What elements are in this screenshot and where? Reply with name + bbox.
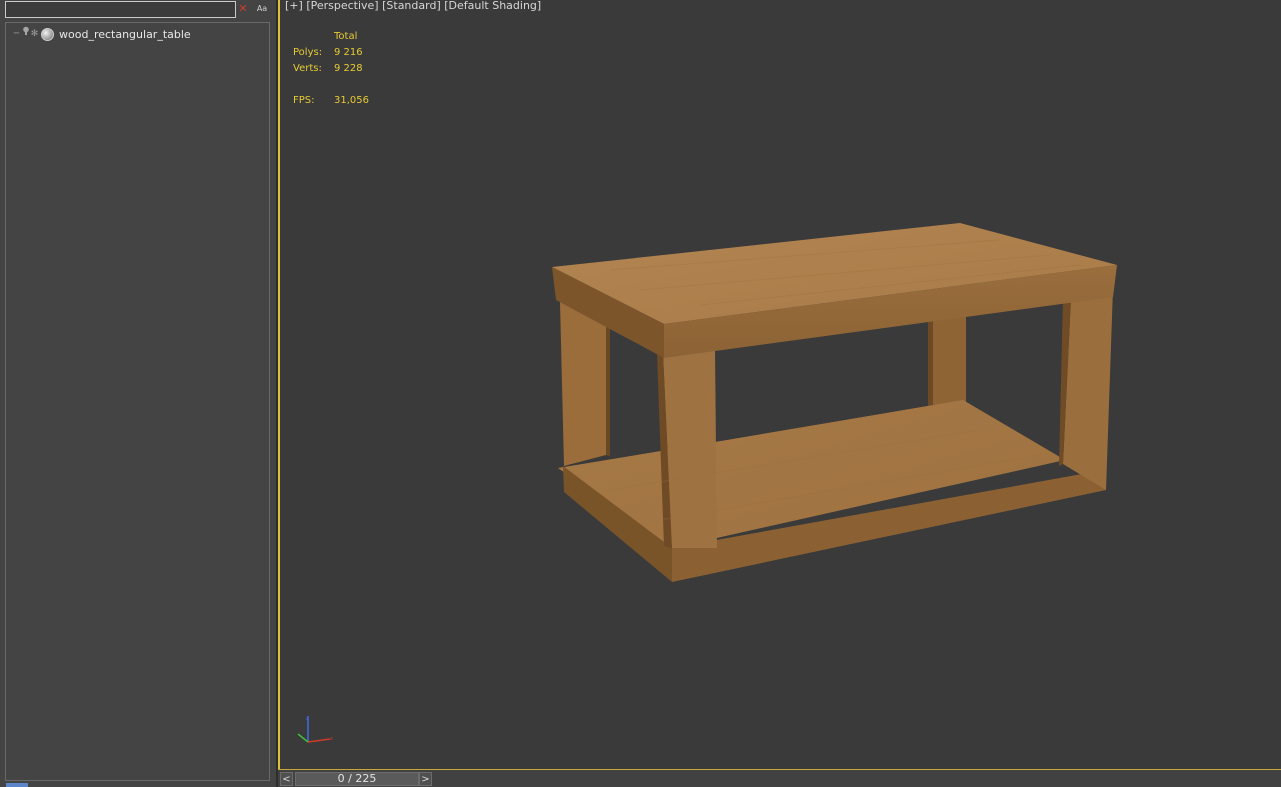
viewport-mode-menu[interactable]: [Standard] <box>382 0 441 12</box>
verts-label: Verts: <box>293 63 322 74</box>
stats-header: Total <box>334 31 358 42</box>
polys-value: 9 216 <box>334 47 363 58</box>
next-frame-button[interactable]: > <box>419 772 432 786</box>
freeze-snowflake-icon[interactable]: ✻ <box>30 26 39 42</box>
previous-frame-button[interactable]: < <box>280 772 293 786</box>
sphere-icon <box>41 27 54 41</box>
time-slider[interactable]: 0 / 225 <box>295 772 419 786</box>
fps-value: 31,056 <box>334 95 369 106</box>
viewport-plus-menu[interactable]: [+] <box>285 0 303 12</box>
tree-item-wood-rectangular-table[interactable]: ─ ✻ wood_rectangular_table <box>12 26 265 42</box>
svg-text:z: z <box>306 716 309 722</box>
clear-search-icon[interactable]: ✕ <box>237 2 249 16</box>
time-slider-bar: < 0 / 225 > <box>278 769 1281 787</box>
viewport-statistics: Total Polys: 9 216 Verts: 9 228 FPS: 31,056 <box>293 29 369 109</box>
scene-tree: ─ ✻ wood_rectangular_table <box>5 22 270 781</box>
panel-tab-indicator <box>6 783 28 787</box>
light-bulb-icon[interactable] <box>21 26 30 42</box>
axis-tripod-icon: z x <box>297 716 333 743</box>
match-case-button[interactable]: Aa <box>254 3 270 15</box>
wood-rectangular-table-model <box>552 223 1117 582</box>
perspective-viewport[interactable]: [+] [Perspective] [Standard] [Default Sh… <box>278 0 1281 769</box>
viewport-pov-menu[interactable]: [Perspective] <box>306 0 378 12</box>
viewport-label-menu: [+] [Perspective] [Standard] [Default Sh… <box>285 0 541 12</box>
tree-item-label: wood_rectangular_table <box>59 27 191 41</box>
svg-text:x: x <box>330 736 333 742</box>
polys-label: Polys: <box>293 47 323 58</box>
collapse-icon[interactable]: ─ <box>12 26 21 42</box>
viewport-shading-menu[interactable]: [Default Shading] <box>444 0 541 12</box>
fps-label: FPS: <box>293 95 315 106</box>
scene-explorer: ✕ Aa ─ ✻ wood_rectangular_table <box>0 0 276 787</box>
search-input[interactable] <box>5 1 236 18</box>
verts-value: 9 228 <box>334 63 363 74</box>
